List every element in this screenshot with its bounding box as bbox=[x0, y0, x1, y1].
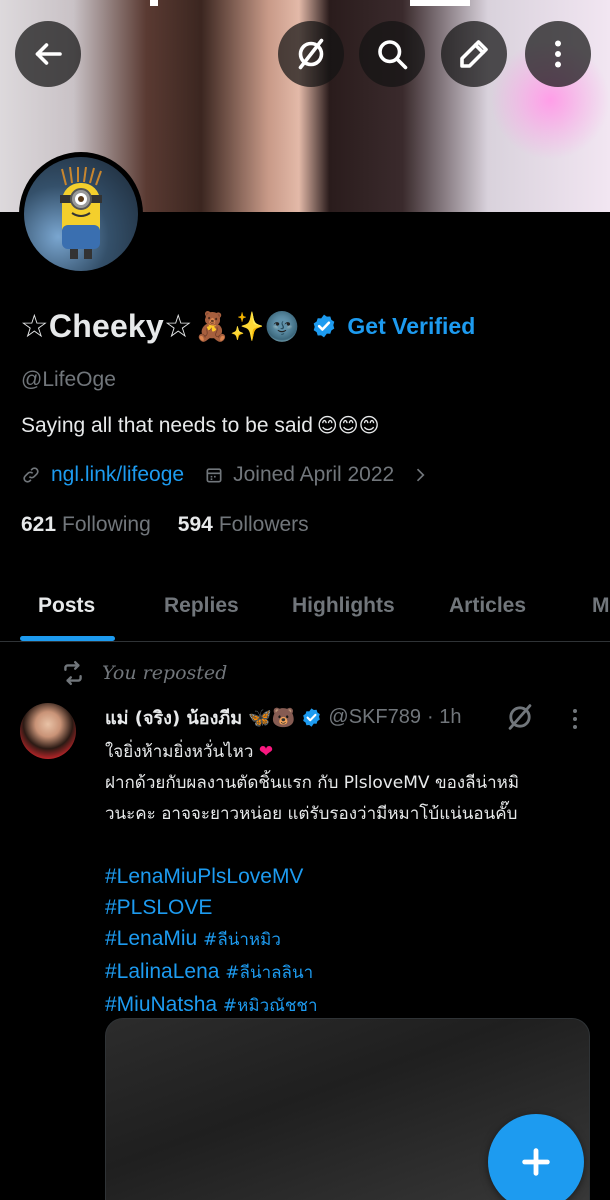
edit-profile-button[interactable] bbox=[441, 21, 507, 87]
more-vertical-icon bbox=[555, 40, 561, 68]
post-more-button[interactable] bbox=[560, 704, 590, 734]
tab-replies[interactable]: Replies bbox=[164, 570, 239, 642]
minion-avatar-illustration bbox=[60, 167, 102, 259]
hashtag-link[interactable]: #LenaMiu bbox=[105, 927, 197, 950]
post-line-1-text: ใจยิ่งห้ามยิ่งหวั่นไหว bbox=[105, 742, 254, 762]
plus-icon bbox=[522, 1148, 550, 1176]
post-spacer bbox=[105, 830, 585, 861]
post-header: แม่ (จริง) น้องภีม 🦋🐻 @SKF789 · 1h bbox=[105, 703, 545, 732]
status-bar-fragment bbox=[150, 0, 158, 6]
post-author-handle[interactable]: @SKF789 bbox=[328, 706, 421, 729]
status-bar-fragment bbox=[410, 0, 470, 6]
tab-posts[interactable]: Posts bbox=[38, 570, 95, 642]
hashtag-link[interactable]: #LalinaLena bbox=[105, 960, 219, 983]
tab-media[interactable]: M bbox=[592, 570, 610, 642]
joined-date: Joined April 2022 bbox=[233, 463, 395, 486]
hashtag-link[interactable]: #หมิวณัชชา bbox=[223, 996, 318, 1016]
compose-button[interactable] bbox=[488, 1114, 584, 1200]
profile-bio: Saying all that needs to be said 😊😊😊 bbox=[21, 413, 379, 438]
following-stat[interactable]: 621 Following bbox=[21, 513, 151, 537]
follow-stats: 621 Following 594 Followers bbox=[21, 513, 336, 537]
post-author-name[interactable]: แม่ (จริง) น้องภีม bbox=[105, 703, 242, 732]
profile-tabs: Posts Replies Highlights Articles M bbox=[0, 570, 610, 642]
avatar-image bbox=[24, 157, 138, 271]
repost-indicator: You reposted bbox=[60, 660, 227, 686]
chevron-right-icon[interactable] bbox=[410, 465, 430, 485]
hashtag-link[interactable]: #ลีน่าหมิว bbox=[203, 930, 281, 950]
hashtag-row: #LalinaLena #ลีน่าลลินา bbox=[105, 956, 585, 989]
bio-text: Saying all that needs to be said bbox=[21, 414, 313, 437]
profile-avatar[interactable] bbox=[19, 152, 143, 276]
search-button[interactable] bbox=[359, 21, 425, 87]
hashtag-row: #LenaMiu #ลีน่าหมิว bbox=[105, 923, 585, 956]
post-time: · 1h bbox=[427, 706, 462, 728]
followers-stat[interactable]: 594 Followers bbox=[178, 513, 309, 537]
more-options-button[interactable] bbox=[525, 21, 591, 87]
following-count: 621 bbox=[21, 513, 57, 536]
link-icon bbox=[23, 467, 39, 483]
grok-button[interactable] bbox=[278, 21, 344, 87]
hashtag-link[interactable]: #ลีน่าลลินา bbox=[225, 963, 313, 983]
repost-label: You reposted bbox=[102, 662, 228, 684]
repost-icon bbox=[64, 660, 82, 686]
dot bbox=[573, 709, 577, 713]
followers-count: 594 bbox=[177, 513, 213, 536]
post-line-3: วนะคะ อาจจะยาวหน่อย แต่รับรองว่ามีหมาโบ้… bbox=[105, 804, 518, 824]
profile-handle: @LifeOge bbox=[21, 368, 116, 391]
hashtag-link[interactable]: #PLSLOVE bbox=[105, 892, 585, 923]
get-verified-link[interactable]: Get Verified bbox=[347, 313, 475, 340]
post-author-emojis: 🦋🐻 bbox=[248, 707, 296, 729]
grok-icon[interactable] bbox=[503, 700, 537, 734]
display-name: ☆Cheeky☆ bbox=[20, 308, 193, 344]
profile-website-link[interactable]: ngl.link/lifeoge bbox=[51, 463, 184, 487]
search-icon bbox=[378, 40, 408, 70]
verified-badge-icon bbox=[314, 314, 335, 338]
heart-emoji: ❤ bbox=[258, 742, 274, 762]
hashtag-link[interactable]: #LenaMiuPlsLoveMV bbox=[105, 861, 585, 892]
back-button[interactable] bbox=[15, 21, 81, 87]
name-emojis: 🧸✨🌚 bbox=[194, 309, 300, 343]
tab-articles[interactable]: Articles bbox=[449, 570, 526, 642]
post-text: ใจยิ่งห้ามยิ่งหวั่นไหว ❤ ฝากด้วยกับผลงาน… bbox=[105, 737, 585, 1022]
followers-label: Followers bbox=[218, 513, 309, 536]
dot bbox=[573, 725, 577, 729]
hashtag-link[interactable]: #MiuNatsha bbox=[105, 993, 217, 1016]
dot bbox=[573, 717, 577, 721]
active-tab-indicator bbox=[20, 636, 115, 641]
grok-icon bbox=[298, 38, 324, 70]
post-line-1: ใจยิ่งห้ามยิ่งหวั่นไหว ❤ bbox=[105, 737, 585, 768]
back-arrow-icon bbox=[35, 43, 62, 65]
post-line-2: ฝากด้วยกับผลงานตัดชิ้นแรก กับ PlsloveMV … bbox=[105, 773, 520, 793]
profile-name-row: ☆Cheeky☆ 🧸✨🌚 Get Verified bbox=[20, 304, 475, 348]
edit-icon bbox=[460, 40, 488, 68]
tab-highlights[interactable]: Highlights bbox=[292, 570, 395, 642]
profile-meta: ngl.link/lifeoge Joined April 2022 bbox=[21, 463, 430, 487]
verified-badge-icon bbox=[303, 708, 321, 727]
calendar-icon bbox=[206, 468, 222, 483]
bio-emojis: 😊😊😊 bbox=[316, 413, 380, 437]
post-author-avatar[interactable] bbox=[20, 703, 76, 759]
following-label: Following bbox=[62, 513, 151, 536]
